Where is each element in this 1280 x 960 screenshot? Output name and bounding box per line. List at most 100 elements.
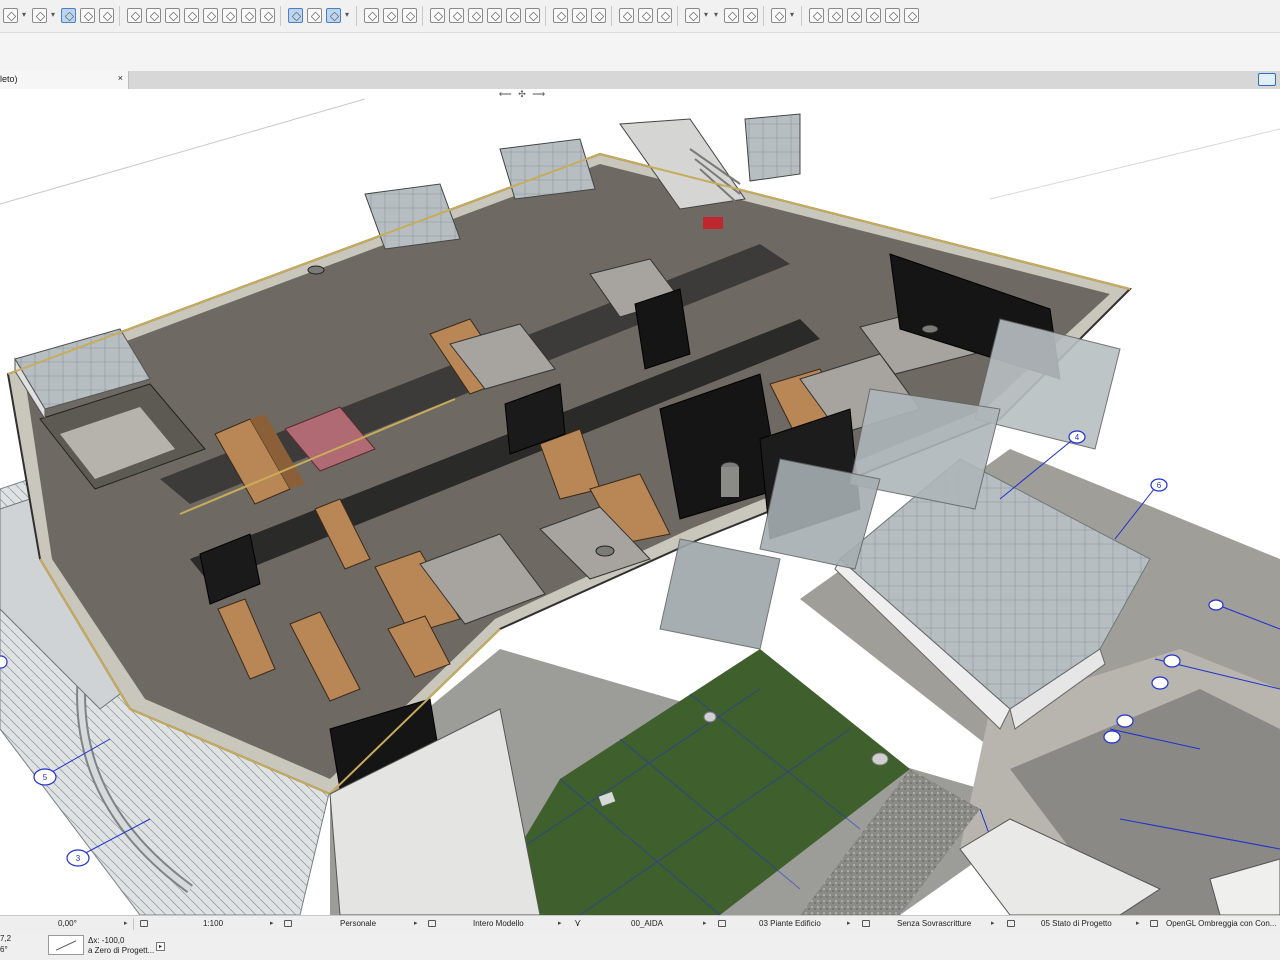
chevron-right-icon[interactable]: ▸ <box>703 916 707 932</box>
chevron-right-icon[interactable]: ▸ <box>1136 916 1140 932</box>
elevation-icon[interactable] <box>402 8 417 23</box>
edit-icon[interactable] <box>828 8 843 23</box>
tag-icon[interactable] <box>743 8 758 23</box>
trim-icon[interactable] <box>184 8 199 23</box>
toolbar-divider <box>280 6 281 26</box>
grid-marker[interactable] <box>1116 714 1134 728</box>
home-icon[interactable] <box>809 8 824 23</box>
toolbar-divider <box>763 6 764 26</box>
tab-3d-view[interactable]: leto) × <box>0 71 129 89</box>
layout-icon[interactable] <box>525 8 540 23</box>
columns-icon[interactable] <box>619 8 634 23</box>
toolbar-divider <box>611 6 612 26</box>
zoom-icon[interactable] <box>468 8 483 23</box>
3d-viewport[interactable]: ⟵ ✣ ⟶ 4 6 5 3 <box>0 89 1280 915</box>
toolbar-divider <box>422 6 423 26</box>
grid-marker[interactable] <box>0 655 8 669</box>
chevron-right-icon[interactable]: ▸ <box>847 916 851 932</box>
layer-combination-field[interactable]: Personale <box>340 916 376 932</box>
main-toolbar: ▾ ▾ ▾ ▾ ▾ ▾ <box>0 0 1280 33</box>
toggle-icon[interactable] <box>724 8 739 23</box>
renovation-filter-field[interactable]: 05 Stato di Progetto <box>1041 916 1112 932</box>
lock-icon[interactable] <box>32 8 47 23</box>
pen-set-icon: ⋎ <box>574 918 582 929</box>
refresh-icon[interactable] <box>904 8 919 23</box>
toolbar-divider <box>801 6 802 26</box>
close-icon[interactable]: × <box>118 73 123 83</box>
beams-icon[interactable] <box>657 8 672 23</box>
redo-icon[interactable] <box>885 8 900 23</box>
grid-marker-label: 6 <box>1157 481 1162 490</box>
divider <box>133 918 134 930</box>
chevron-down-icon[interactable]: ▾ <box>22 10 26 19</box>
chevron-down-icon[interactable]: ▾ <box>51 10 55 19</box>
chevron-right-icon[interactable]: ▸ <box>124 916 128 932</box>
tab-label: leto) <box>0 74 18 84</box>
view-map-icon <box>718 920 726 927</box>
model-view-field[interactable]: Intero Modello <box>473 916 524 932</box>
xmark-icon[interactable] <box>99 8 114 23</box>
grid-marker[interactable] <box>1103 730 1121 744</box>
trim-icon[interactable] <box>165 8 180 23</box>
coord-y-value: 6° <box>0 945 8 954</box>
box-icon[interactable] <box>553 8 568 23</box>
delta-x-field[interactable]: Δx: -100,0 <box>88 936 124 945</box>
resize-icon[interactable] <box>222 8 237 23</box>
intersect-icon[interactable] <box>203 8 218 23</box>
chevron-down-icon[interactable]: ▾ <box>704 10 708 19</box>
toolbar-divider <box>677 6 678 26</box>
corner-icon[interactable] <box>487 8 502 23</box>
toolbar-divider <box>545 6 546 26</box>
building-model[interactable]: 4 6 5 3 8 <box>0 89 1280 915</box>
grid-marker-label: 5 <box>43 773 48 782</box>
model-view-icon <box>428 920 436 927</box>
angle-field[interactable]: 0,00° <box>58 916 77 932</box>
circle-icon[interactable] <box>572 8 587 23</box>
chevron-down-icon[interactable]: ▾ <box>714 10 718 19</box>
split-icon[interactable] <box>127 8 142 23</box>
scale-field[interactable]: 1:100 <box>203 916 223 932</box>
brush-icon[interactable] <box>771 8 786 23</box>
line-type-swatch[interactable] <box>48 935 84 955</box>
renovation-icon <box>1007 920 1015 927</box>
corner-icon[interactable] <box>506 8 521 23</box>
select-icon[interactable] <box>3 8 18 23</box>
grid-marker[interactable] <box>1151 676 1169 690</box>
3d-view-icon[interactable] <box>1258 73 1276 86</box>
chart-icon[interactable] <box>364 8 379 23</box>
graphic-overrides-field[interactable]: Senza Sovrascritture <box>897 916 971 932</box>
rotate-icon[interactable] <box>241 8 256 23</box>
table-icon[interactable] <box>80 8 95 23</box>
chevron-right-icon[interactable]: ▸ <box>270 916 274 932</box>
origin-field[interactable]: a Zero di Progett... <box>88 946 154 955</box>
grid-marker[interactable] <box>1163 654 1181 668</box>
scissors-icon[interactable] <box>430 8 445 23</box>
3d-view-icon[interactable] <box>326 8 341 23</box>
chevron-down-icon[interactable]: ▾ <box>345 10 349 19</box>
chevron-right-icon[interactable]: ▸ <box>558 916 562 932</box>
marquee-icon[interactable] <box>61 8 76 23</box>
play-icon[interactable]: ▸ <box>156 942 165 951</box>
section-icon[interactable] <box>449 8 464 23</box>
grid-marker-label: 4 <box>1075 433 1080 442</box>
save-icon[interactable] <box>847 8 862 23</box>
view-map-field[interactable]: 03 Piante Edificio <box>759 916 821 932</box>
zoom-icon[interactable] <box>383 8 398 23</box>
chevron-right-icon[interactable]: ▸ <box>991 916 995 932</box>
xmark-icon[interactable] <box>866 8 881 23</box>
status-bar: 0,00° ▸ 1:100 ▸ Personale ▸ Intero Model… <box>0 915 1280 933</box>
chevron-down-icon[interactable]: ▾ <box>790 10 794 19</box>
view-icon[interactable] <box>685 8 700 23</box>
rotate-view-icon[interactable] <box>307 8 322 23</box>
pen-set-field[interactable]: 00_AIDA <box>631 916 663 932</box>
tab-bar: leto) × <box>0 71 1280 90</box>
edit-pen-icon[interactable] <box>288 8 303 23</box>
chevron-right-icon[interactable]: ▸ <box>414 916 418 932</box>
magic-wand-icon[interactable] <box>146 8 161 23</box>
adjust-icon[interactable] <box>260 8 275 23</box>
render-mode-field[interactable]: OpenGL Ombreggia con Con... <box>1166 916 1276 932</box>
grid-icon[interactable] <box>638 8 653 23</box>
grid-marker[interactable] <box>1208 599 1224 611</box>
render-mode-icon <box>1150 920 1158 927</box>
undo-icon[interactable] <box>591 8 606 23</box>
